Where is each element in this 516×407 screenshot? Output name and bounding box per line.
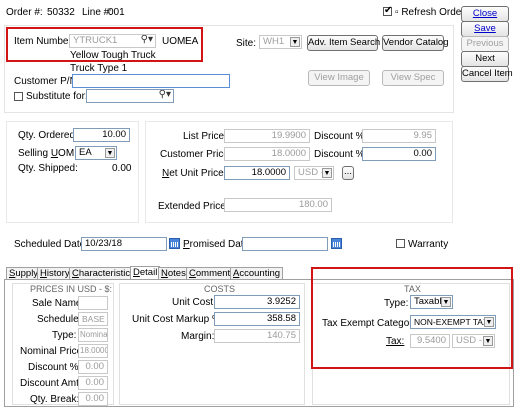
qty-ordered-label: Qty. Ordered: (18, 130, 78, 141)
substitute-label: Substitute for: (26, 91, 88, 102)
close-button[interactable]: Close (461, 6, 509, 22)
costs-section-title: COSTS (204, 284, 236, 294)
nominal-price-field: 18.0000 (78, 344, 108, 358)
line-number-value: 001 (108, 7, 125, 18)
tab-history[interactable]: History (37, 267, 73, 279)
prices-section-title: PRICES IN USD - $: (30, 284, 113, 294)
warranty-checkbox[interactable] (396, 239, 405, 248)
customer-pn-label: Customer P/N: (14, 76, 80, 87)
markup-input[interactable]: 358.58 (214, 312, 300, 326)
tab-supply[interactable]: Supply (6, 267, 42, 279)
chevron-down-icon: ▼ (105, 148, 115, 158)
order-number-label: Order #: (6, 7, 43, 18)
site-select[interactable]: WH1 ▼ (259, 35, 302, 49)
sale-name-label: Sale Name: (32, 298, 85, 309)
warranty-label: Warranty (408, 239, 449, 250)
discount2-input[interactable]: 0.00 (362, 147, 436, 161)
substitute-checkbox[interactable] (14, 92, 23, 101)
search-icon[interactable]: ⚲▾ (159, 90, 171, 101)
refresh-order-label: ▫ Refresh Order (395, 7, 465, 18)
extended-price-label: Extended Price: (158, 201, 229, 212)
customer-price-field: 18.0000 (224, 147, 310, 161)
vendor-catalog-button[interactable]: Vendor Catalog (382, 35, 449, 51)
qty-ordered-input[interactable]: 10.00 (73, 128, 130, 142)
margin-field: 140.75 (214, 329, 300, 343)
substitute-field[interactable]: ⚲▾ (86, 89, 174, 103)
tax-highlight-box (311, 267, 513, 369)
order-number-value: 50332 (47, 7, 75, 18)
scheduled-date-input[interactable]: 10/23/18 (81, 237, 167, 251)
qty-shipped-value: 0.00 (112, 163, 132, 174)
check-icon: ✔ (384, 5, 393, 16)
extended-price-field: 180.00 (224, 198, 332, 212)
discount-label: Discount %: (28, 362, 82, 373)
adv-item-search-button[interactable]: Adv. Item Search (307, 35, 380, 51)
chevron-down-icon: ▼ (322, 168, 332, 178)
qty-break-field: 0.00 (78, 392, 108, 406)
currency-select: USD - $ ▼ (294, 166, 334, 180)
next-button[interactable]: Next (461, 51, 509, 67)
discount-amt-label: Discount Amt: (20, 378, 82, 389)
type-label: Type: (52, 330, 77, 341)
promised-date-input[interactable] (242, 237, 328, 251)
customer-price-label: Customer Price: (160, 149, 232, 160)
tab-notes[interactable]: Notes (158, 267, 189, 279)
site-label: Site: (236, 38, 257, 49)
chevron-down-icon: ▼ (290, 37, 300, 47)
calendar-icon[interactable] (169, 238, 180, 249)
scheduled-date-label: Scheduled Date: (14, 239, 88, 250)
view-image-button[interactable]: View Image (308, 70, 370, 86)
unit-cost-input[interactable]: 3.9252 (214, 295, 300, 309)
schedule-label: Schedule: (37, 314, 82, 325)
tab-accounting[interactable]: Accounting (230, 267, 284, 279)
net-unit-price-label: Net Unit Price: (162, 168, 227, 179)
tab-characteristics[interactable]: Characteristics (69, 267, 138, 279)
customer-pn-input[interactable] (72, 74, 230, 88)
item-highlight-box (6, 27, 203, 62)
discount2-label: Discount %: (314, 149, 368, 160)
discount-amt-field: 0.00 (78, 376, 108, 390)
list-price-label: List Price: (183, 131, 227, 142)
view-spec-button[interactable]: View Spec (382, 70, 444, 86)
cancel-item-button[interactable]: Cancel Item (461, 66, 513, 82)
more-options-button[interactable]: ... (342, 166, 354, 180)
save-button[interactable]: Save (461, 21, 509, 37)
previous-button[interactable]: Previous (461, 36, 509, 52)
selling-uom-label: Selling UOM: (18, 148, 77, 159)
list-price-field: 19.9900 (224, 129, 310, 143)
unit-cost-label: Unit Cost: (172, 297, 216, 308)
qty-break-label: Qty. Break: (30, 394, 80, 405)
net-unit-price-input[interactable]: 18.0000 (224, 166, 290, 180)
nominal-price-label: Nominal Price: (20, 346, 86, 357)
type-field: Nominal (78, 328, 108, 342)
qty-shipped-label: Qty. Shipped: (18, 163, 78, 174)
margin-label: Margin: (181, 331, 215, 342)
selling-uom-select[interactable]: EA ▼ (75, 146, 117, 160)
calendar-icon[interactable] (331, 238, 342, 249)
discount1-field: 9.95 (362, 129, 436, 143)
refresh-order-checkbox[interactable]: ✔ (383, 5, 393, 16)
item-description-2: Truck Type 1 (70, 63, 128, 74)
sale-name-field (78, 296, 108, 310)
tab-detail[interactable]: Detail (130, 266, 161, 279)
discount-field: 0.00 (78, 360, 108, 374)
schedule-field: BASE (78, 312, 108, 326)
markup-label: Unit Cost Markup %: (132, 314, 224, 325)
discount1-label: Discount %: (314, 131, 368, 142)
